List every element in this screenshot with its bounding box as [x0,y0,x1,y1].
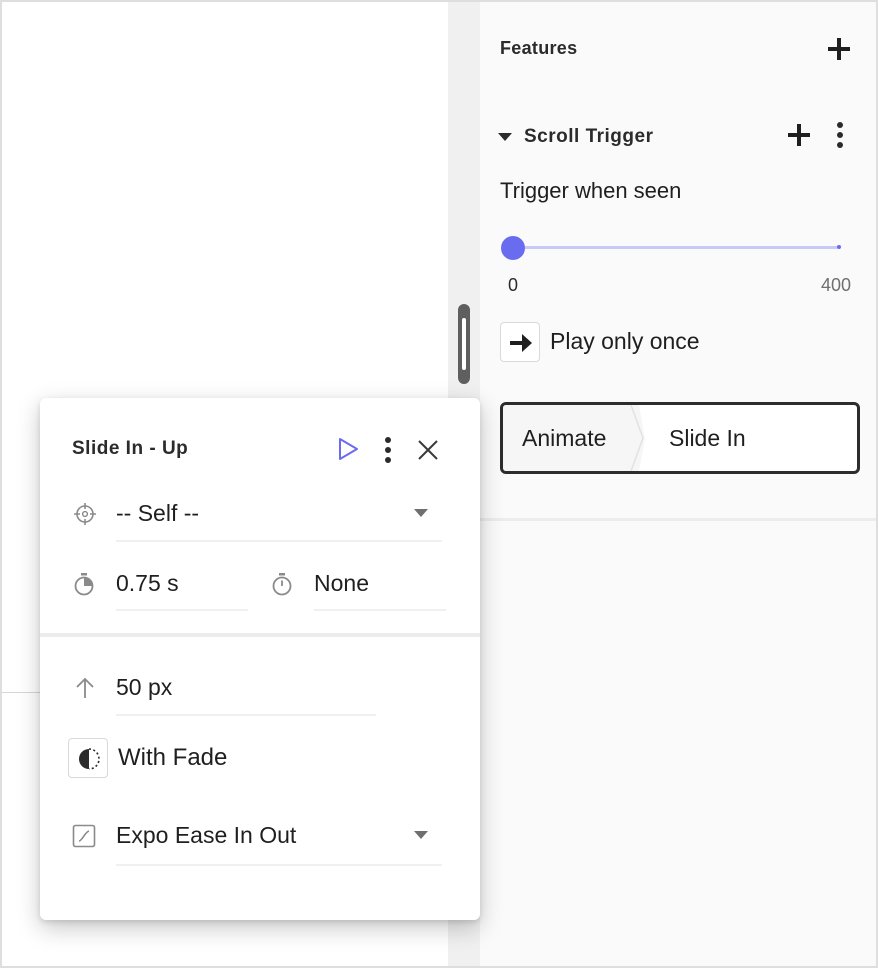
target-underline [116,540,442,542]
popup-close-button[interactable] [416,438,440,462]
action-chip[interactable]: Animate Slide In [500,402,860,474]
scroll-trigger-title: Scroll Trigger [524,126,654,147]
slider-track[interactable] [512,246,838,249]
scrollbar-thumb[interactable] [458,304,470,384]
more-vertical-icon [837,122,843,148]
chip-animation-label: Slide In [669,425,746,451]
scroll-trigger-more-button[interactable] [826,120,854,150]
arrow-up-icon [76,677,94,698]
easing-curve-icon [72,824,96,848]
features-panel: Features Scroll Trigger Trigger when see… [480,0,878,968]
timer-icon [74,573,94,596]
scroll-trigger-header[interactable]: Scroll Trigger [496,120,864,154]
distance-input[interactable]: 50 px [116,674,172,701]
animation-popup: Slide In - Up -- Self -- 0.75 s None 50 … [40,398,480,920]
delay-input[interactable]: None [314,570,369,597]
features-title: Features [500,38,578,58]
more-vertical-icon [385,437,391,463]
half-circle-fade-icon [79,748,100,770]
scroll-trigger-add-button[interactable] [786,122,812,148]
timer-outline-icon [272,573,292,596]
duration-underline [116,609,248,611]
trigger-when-seen-label: Trigger when seen [500,178,682,203]
slider-max-label: 400 [821,275,852,295]
target-select[interactable]: -- Self -- [72,496,442,544]
plus-icon [788,124,810,146]
slider-min-label: 0 [508,275,519,295]
chevron-down-icon[interactable] [413,830,429,840]
duration-input[interactable]: 0.75 s [116,570,179,597]
popup-divider [40,633,480,637]
distance-underline [116,714,376,716]
panel-divider [480,518,878,521]
crosshair-icon [74,503,96,525]
with-fade-label: With Fade [118,744,228,771]
trigger-offset-slider[interactable] [500,234,844,262]
slider-end-dot [837,245,841,249]
target-value: -- Self -- [116,500,200,526]
chip-action-label: Animate [522,425,607,451]
chevron-separator-icon [615,405,645,471]
caret-down-icon[interactable] [496,128,514,146]
fade-toggle[interactable] [68,738,108,778]
slider-thumb[interactable] [501,236,525,260]
play-only-once-label: Play only once [550,328,700,354]
delay-underline [314,609,446,611]
close-icon [418,440,438,460]
add-feature-button[interactable] [826,36,852,62]
popup-title: Slide In - Up [72,438,189,459]
plus-icon [828,38,850,60]
chevron-down-icon[interactable] [413,508,429,518]
popup-more-button[interactable] [376,436,400,464]
arrow-right-icon [510,334,532,352]
play-once-checkbox[interactable] [500,322,540,362]
play-icon [339,438,358,460]
preview-play-button[interactable] [336,436,360,462]
easing-value: Expo Ease In Out [116,822,297,848]
easing-underline [116,864,442,866]
easing-select[interactable]: Expo Ease In Out [72,818,442,866]
canvas-guide-line [0,692,40,693]
